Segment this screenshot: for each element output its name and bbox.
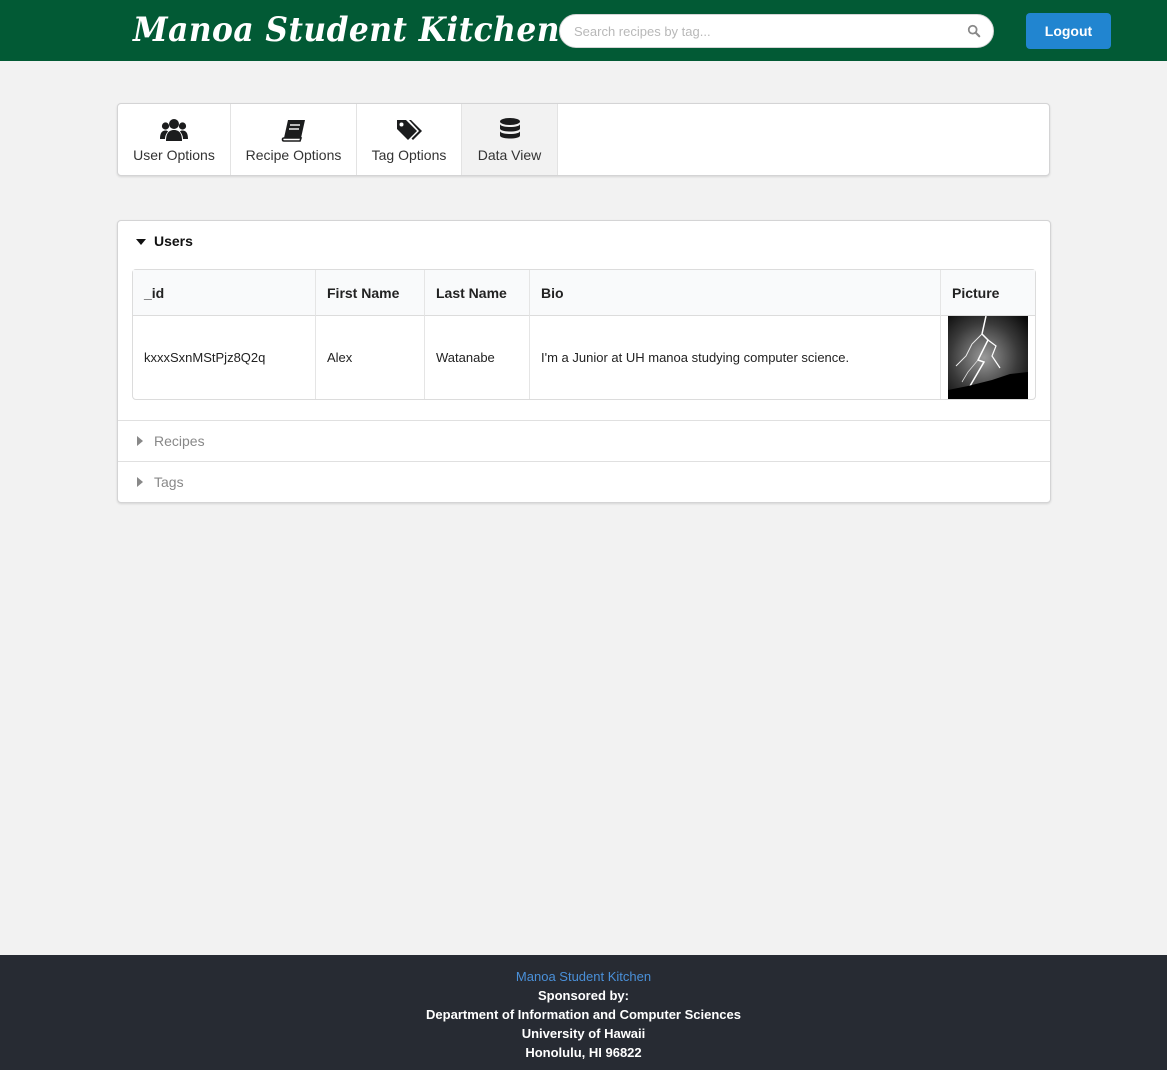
- footer-sponsor-line: Sponsored by:: [537, 988, 629, 1003]
- users-table: _id First Name Last Name Bio Picture kxx…: [132, 269, 1036, 400]
- data-accordion: Users _id First Name Last Name Bio Pictu…: [117, 220, 1051, 503]
- logout-button[interactable]: Logout: [1026, 13, 1111, 49]
- first-name-cell: Alex: [316, 316, 425, 399]
- tab-label: Tag Options: [371, 147, 447, 163]
- tab-label: User Options: [133, 147, 215, 163]
- user-picture: [948, 316, 1028, 399]
- last-name-cell: Watanabe: [425, 316, 530, 399]
- footer-link[interactable]: Manoa Student Kitchen: [0, 967, 1167, 986]
- tab-recipe-options[interactable]: Recipe Options: [231, 104, 357, 175]
- caret-right-icon: [136, 462, 146, 503]
- column-header: Picture: [941, 270, 1035, 316]
- tab-tag-options[interactable]: Tag Options: [357, 104, 462, 175]
- brand-logo[interactable]: Manoa Student Kitchen: [133, 6, 560, 54]
- accordion-recipes-title[interactable]: Recipes: [118, 421, 1050, 462]
- footer: Manoa Student Kitchen Sponsored by: Depa…: [0, 955, 1167, 1070]
- tab-data-view[interactable]: Data View: [462, 104, 558, 175]
- database-icon: [499, 118, 520, 139]
- footer-address-line: Honolulu, HI 96822: [525, 1045, 642, 1060]
- footer-university-line: University of Hawaii: [521, 1026, 646, 1041]
- admin-tab-menu: User Options Recipe Options Tag Options …: [117, 103, 1050, 176]
- bio-cell: I'm a Junior at UH manoa studying comput…: [530, 316, 941, 399]
- accordion-title-label: Users: [154, 233, 193, 249]
- accordion-tags-title[interactable]: Tags: [118, 462, 1050, 503]
- caret-right-icon: [136, 421, 146, 462]
- column-header: _id: [133, 270, 316, 316]
- search-icon[interactable]: [967, 24, 981, 38]
- accordion-users-title[interactable]: Users: [118, 221, 1050, 262]
- footer-department-line: Department of Information and Computer S…: [426, 1007, 741, 1022]
- accordion-title-label: Tags: [154, 474, 184, 490]
- book-icon: [281, 120, 305, 142]
- column-header: Last Name: [425, 270, 530, 316]
- search-input[interactable]: [574, 15, 954, 47]
- accordion-title-label: Recipes: [154, 433, 205, 449]
- table-header-row: _id First Name Last Name Bio Picture: [133, 270, 1035, 316]
- top-navbar: Manoa Student Kitchen Logout: [0, 0, 1167, 61]
- tab-label: Recipe Options: [245, 147, 342, 163]
- caret-down-icon: [136, 221, 146, 262]
- search-bar[interactable]: [559, 14, 994, 48]
- tags-icon: [397, 120, 422, 140]
- column-header: First Name: [316, 270, 425, 316]
- column-header: Bio: [530, 270, 941, 316]
- picture-cell: [941, 316, 1035, 399]
- table-row: kxxxSxnMStPjz8Q2q Alex Watanabe I'm a Ju…: [133, 316, 1035, 399]
- user-id-cell: kxxxSxnMStPjz8Q2q: [133, 316, 316, 399]
- tab-label: Data View: [477, 147, 542, 163]
- users-icon: [160, 119, 188, 141]
- tab-user-options[interactable]: User Options: [118, 104, 231, 175]
